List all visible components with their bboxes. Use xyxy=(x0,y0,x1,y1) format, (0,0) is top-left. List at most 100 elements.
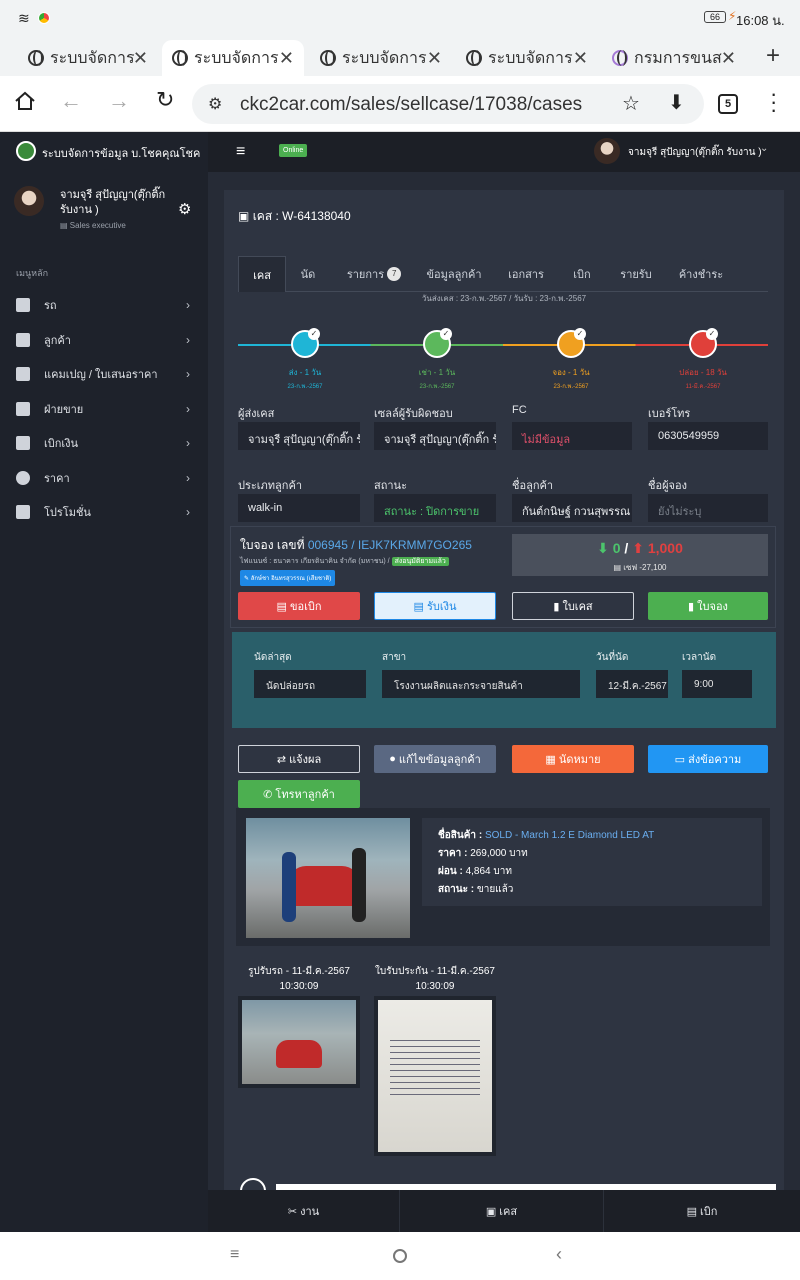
step-date: 23-ก.พ.-2567 xyxy=(287,384,323,390)
branch-field[interactable]: โรงงานผลิตและกระจายสินค้า xyxy=(382,670,580,698)
doc-time: 10:30:09 xyxy=(279,981,319,992)
sender-field[interactable]: จามจุรี สุปัญญา(ตุ๊กติ๊ก รับงาน) xyxy=(238,422,360,450)
topbar-avatar[interactable] xyxy=(594,138,620,164)
tab-items[interactable]: รายการ 7 xyxy=(334,256,414,292)
tab-appointment[interactable]: นัด xyxy=(288,256,328,292)
sidebar-item-withdraw[interactable]: เบิกเงิน › xyxy=(0,426,208,460)
tab-customer-info[interactable]: ข้อมูลลูกค้า xyxy=(418,256,490,292)
booking-sheet-button[interactable]: ▮ ใบจอง xyxy=(648,592,768,620)
browser-tab-active[interactable]: ระบบจัดการ ✕ xyxy=(162,40,304,76)
home-icon[interactable] xyxy=(14,90,36,112)
topbar-user-name[interactable]: จามจุรี สุปัญญา(ตุ๊กติ๊ก รับงาน ) xyxy=(628,145,762,160)
net-line: ▤ เซฟ -27,100 xyxy=(512,561,768,574)
send-message-button[interactable]: ▭ ส่งข้อความ xyxy=(648,745,768,773)
case-header: ▣ เคส : W-64138040 xyxy=(238,207,351,226)
sales-field[interactable]: จามจุรี สุปัญญา(ตุ๊กติ๊ก รับงาน) xyxy=(374,422,496,450)
address-bar[interactable]: ⚙ ckc2car.com/sales/sellcase/17038/cases… xyxy=(192,84,704,124)
net-amount: เซฟ -27,100 xyxy=(623,563,667,572)
case-sheet-button[interactable]: ▮ ใบเคส xyxy=(512,592,634,620)
file-icon: ▮ xyxy=(688,600,698,613)
close-tab-icon[interactable]: ✕ xyxy=(721,48,736,69)
check-icon: ✓ xyxy=(308,328,320,340)
bookmark-icon xyxy=(16,505,30,519)
browser-tab[interactable]: ระบบจัดการ ✕ xyxy=(18,42,158,74)
edit-customer-button[interactable]: ● แก้ไขข้อมูลลูกค้า xyxy=(374,745,496,773)
reload-icon[interactable]: ↻ xyxy=(156,87,174,113)
status-field[interactable]: สถานะ : ปิดการขาย xyxy=(374,494,496,522)
phone-field[interactable]: 0630549959 xyxy=(648,422,768,450)
fc-field[interactable]: ไม่มีข้อมูล xyxy=(512,422,632,450)
cash-icon: ▤ xyxy=(413,600,427,613)
sidebar-item-cars[interactable]: รถ › xyxy=(0,288,208,322)
close-tab-icon[interactable]: ✕ xyxy=(427,48,442,69)
bottom-nav: ✂ งาน ▣ เคส ▤ เบิก xyxy=(208,1190,800,1232)
tab-documents[interactable]: เอกสาร xyxy=(496,256,556,292)
close-tab-icon[interactable]: ✕ xyxy=(279,48,294,69)
pickup-photo[interactable] xyxy=(238,996,360,1088)
site-settings-icon[interactable]: ⚙ xyxy=(208,94,222,114)
close-tab-icon[interactable]: ✕ xyxy=(133,48,148,69)
tab-withdraw[interactable]: เบิก xyxy=(562,256,602,292)
appointment-time-field[interactable]: 9:00 xyxy=(682,670,752,698)
back-icon[interactable]: ← xyxy=(60,88,82,114)
make-appointment-button[interactable]: ▦ นัดหมาย xyxy=(512,745,634,773)
bookmark-star-icon[interactable]: ☆ xyxy=(622,91,640,116)
product-name-link[interactable]: SOLD - March 1.2 E Diamond LED AT xyxy=(485,830,654,841)
sidebar-item-campaign[interactable]: แคมเปญ / ใบเสนอราคา › xyxy=(0,357,208,391)
latest-appointment-field[interactable]: นัดปล่อยรถ xyxy=(254,670,366,698)
menu-icon[interactable]: · · · xyxy=(770,83,777,121)
tab-label: เคส xyxy=(253,269,271,282)
tab-outstanding[interactable]: ค้างชำระ xyxy=(668,256,734,292)
sidebar-item-label: เบิกเงิน xyxy=(44,438,79,450)
browser-tab[interactable]: ระบบจัดการ ✕ xyxy=(456,42,598,74)
money-icon: ▤ xyxy=(686,1205,701,1218)
nav-work[interactable]: ✂ งาน xyxy=(208,1190,400,1232)
booking-tag: ✎ ลักษ์ชา อินทรสุวรรณ (เสียชาติ) xyxy=(240,570,336,586)
tab-count-button[interactable]: 5 xyxy=(718,94,738,114)
booker-field[interactable]: ยังไม่ระบุ xyxy=(648,494,768,522)
product-photo[interactable] xyxy=(246,818,410,938)
sidebar-item-customers[interactable]: ลูกค้า › xyxy=(0,323,208,357)
tab-label: นัด xyxy=(300,269,316,281)
sidebar-item-sales[interactable]: ฝ่ายขาย › xyxy=(0,392,208,426)
download-icon[interactable]: ⬇ xyxy=(668,90,685,115)
tab-income[interactable]: รายรับ xyxy=(610,256,662,292)
sidebar-item-promotion[interactable]: โปรโมชั่น › xyxy=(0,495,208,529)
tab-case[interactable]: เคส xyxy=(238,256,286,292)
installment: 4,864 บาท xyxy=(465,866,512,877)
new-tab-button[interactable]: + xyxy=(766,42,780,70)
back-chevron-icon[interactable]: ‹ xyxy=(556,1244,562,1265)
receive-money-button[interactable]: ▤ รับเงิน xyxy=(374,592,496,620)
customer-name-field[interactable]: กันต์กนิษฐ์ กวนสุพรรณ xyxy=(512,494,632,522)
role-text: Sales executive xyxy=(69,221,126,230)
customer-type-field[interactable]: walk-in xyxy=(238,494,360,522)
report-result-button[interactable]: ⇄ แจ้งผล xyxy=(238,745,360,773)
app-topbar: ≡ Online จามจุรี สุปัญญา(ตุ๊กติ๊ก รับงาน… xyxy=(208,132,800,172)
hamburger-icon[interactable]: ≡ xyxy=(236,144,245,160)
items-count-badge: 7 xyxy=(387,267,402,281)
sidebar-item-price[interactable]: ราคา › xyxy=(0,461,208,495)
call-customer-button[interactable]: ✆ โทรหาลูกค้า xyxy=(238,780,360,808)
phone-label: เบอร์โทร xyxy=(648,408,691,420)
chevron-down-icon[interactable]: ⌄ xyxy=(760,143,768,154)
recents-icon[interactable]: ≡ xyxy=(230,1246,239,1264)
home-circle-icon[interactable] xyxy=(393,1249,407,1263)
browser-tab[interactable]: ระบบจัดการ ✕ xyxy=(310,42,452,74)
forward-icon[interactable]: → xyxy=(108,88,130,114)
nav-case[interactable]: ▣ เคส xyxy=(400,1190,604,1232)
close-tab-icon[interactable]: ✕ xyxy=(573,48,588,69)
settings-gear-icon[interactable]: ⚙ xyxy=(178,200,191,218)
sidebar-item-label: ราคา xyxy=(44,473,70,485)
doc-time: 10:30:09 xyxy=(415,981,455,992)
withdraw-request-button[interactable]: ▤ ขอเบิก xyxy=(238,592,360,620)
nav-withdraw[interactable]: ▤ เบิก xyxy=(604,1190,800,1232)
browser-tab[interactable]: กรมการขนส ✕ xyxy=(602,42,746,74)
latest-appointment-label: นัดล่าสุด xyxy=(254,652,292,663)
step-booking-text: จอง - 1 วัน 23-ก.พ.-2567 xyxy=(526,366,616,391)
booking-number-link[interactable]: 006945 / IEJK7KRMM7GO265 xyxy=(308,538,472,552)
megaphone-icon xyxy=(16,367,30,381)
url-text[interactable]: ckc2car.com/sales/sellcase/17038/cases xyxy=(240,94,582,116)
appointment-date-field[interactable]: 12-มี.ค.-2567 xyxy=(596,670,668,698)
warranty-doc-photo[interactable] xyxy=(374,996,496,1156)
case-card: ▣ เคส : W-64138040 เคส นัด รายการ 7 ข้อม… xyxy=(224,190,784,1190)
